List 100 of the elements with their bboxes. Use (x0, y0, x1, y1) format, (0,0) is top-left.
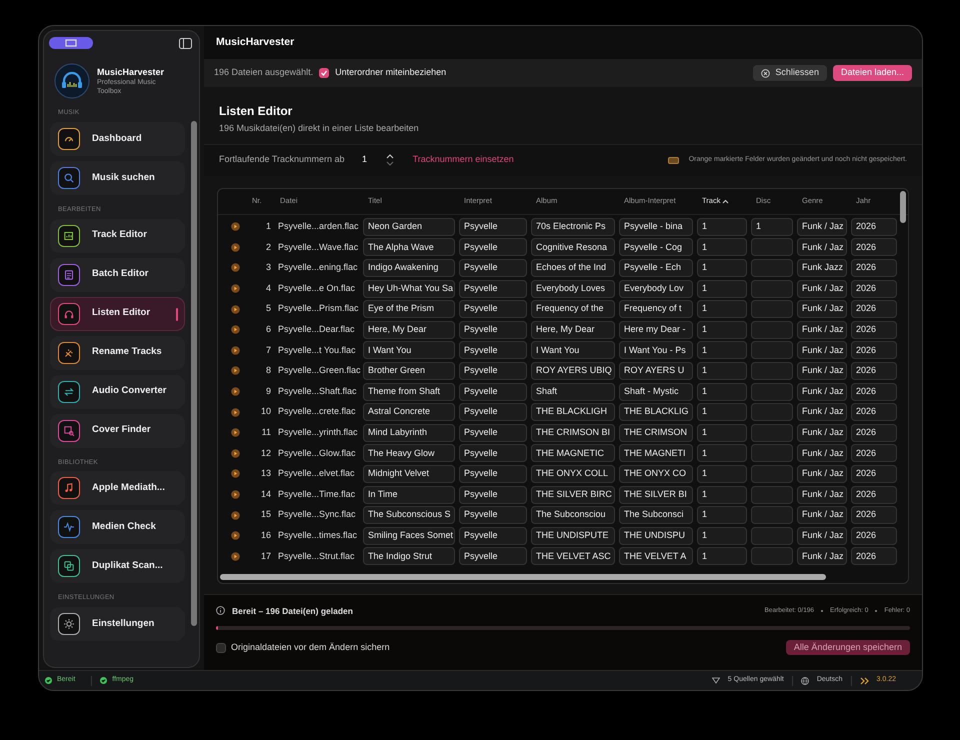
cell-field[interactable]: Theme from Shaft (363, 382, 455, 401)
cell-field[interactable]: 2026 (851, 526, 897, 545)
cell-field[interactable] (751, 547, 793, 566)
cell-field[interactable]: Funk / Jaz (797, 547, 847, 566)
stepper-icon[interactable] (384, 152, 395, 168)
cell-field[interactable]: Echoes of the Ind (531, 258, 615, 277)
cell-field[interactable]: THE CRIMSON (619, 424, 693, 442)
cell-field[interactable]: 2026 (851, 486, 897, 504)
cell-field[interactable]: Indigo Awakening (363, 258, 455, 277)
play-icon[interactable] (231, 242, 240, 252)
cell-field[interactable]: THE UNDISPUTE (531, 526, 615, 545)
cell-field[interactable]: 2026 (851, 547, 897, 566)
cell-field[interactable] (751, 382, 793, 401)
load-files-button[interactable]: Dateien laden... (832, 65, 912, 81)
cell-field[interactable]: Funk / Jaz (797, 280, 847, 298)
cell-field[interactable] (751, 341, 793, 360)
cell-field[interactable]: I Want You - Ps (619, 341, 693, 360)
cell-field[interactable]: 2026 (851, 382, 897, 401)
cell-field[interactable]: ROY AYERS UBIQ (531, 362, 615, 380)
cell-field[interactable]: Psyvelle (459, 238, 527, 256)
cell-field[interactable]: THE VELVET ASC (531, 547, 615, 566)
cell-field[interactable]: Psyvelle (459, 258, 527, 277)
sidebar-item[interactable]: Rename Tracks (50, 336, 185, 370)
cell-field[interactable]: Neon Garden (363, 218, 455, 236)
cell-field[interactable]: Here my Dear - (619, 320, 693, 339)
cell-field[interactable]: THE VELVET A (619, 547, 693, 566)
cell-field[interactable]: Psyvelle (459, 424, 527, 442)
cell-field[interactable]: 1 (697, 258, 747, 277)
sidebar-item[interactable]: Track Editor (50, 218, 185, 252)
cell-field[interactable]: Funk / Jaz (797, 362, 847, 380)
cell-field[interactable] (751, 444, 793, 462)
cell-field[interactable]: Funk / Jaz (797, 218, 847, 236)
play-icon[interactable] (231, 325, 240, 334)
cell-field[interactable]: 1 (751, 218, 793, 236)
cell-field[interactable]: Funk / Jaz (797, 526, 847, 545)
cell-field[interactable]: 2026 (851, 424, 897, 442)
cell-field[interactable]: 1 (697, 464, 747, 483)
cell-field[interactable]: The Alpha Wave (363, 238, 455, 256)
play-icon[interactable] (231, 366, 240, 376)
cell-field[interactable]: Psyvelle (459, 218, 527, 236)
cell-field[interactable]: Psyvelle - bina (619, 218, 693, 236)
cell-field[interactable]: 1 (697, 320, 747, 339)
cell-field[interactable]: THE ONYX CO (619, 464, 693, 483)
cell-field[interactable]: The Indigo Strut (363, 547, 455, 566)
cell-field[interactable]: 1 (697, 403, 747, 422)
sidebar-item[interactable]: Listen Editor (50, 296, 185, 330)
cell-field[interactable]: 2026 (851, 403, 897, 422)
cell-field[interactable]: 1 (697, 382, 747, 401)
play-icon[interactable] (231, 469, 240, 478)
cell-field[interactable] (751, 258, 793, 277)
cell-field[interactable]: Frequency of the (531, 300, 615, 318)
play-icon[interactable] (231, 346, 240, 355)
cell-field[interactable]: Hey Uh-What You Sa (363, 280, 455, 298)
cell-field[interactable]: Shaft (531, 382, 615, 401)
cell-field[interactable]: Psyvelle (459, 320, 527, 339)
sidebar-item[interactable]: Apple Mediath... (50, 471, 185, 506)
play-icon[interactable] (231, 263, 240, 272)
cell-field[interactable]: 1 (697, 238, 747, 256)
cell-field[interactable]: 2026 (851, 218, 897, 236)
play-icon[interactable] (231, 531, 240, 540)
sidebar-item[interactable]: Einstellungen (50, 607, 185, 641)
cell-field[interactable]: Psyvelle (459, 362, 527, 380)
cell-field[interactable] (751, 300, 793, 318)
cell-field[interactable]: Psyvelle (459, 382, 527, 401)
cell-field[interactable]: 1 (697, 506, 747, 524)
cell-field[interactable]: THE CRIMSON BI (531, 424, 615, 442)
cell-field[interactable]: Everybody Lov (619, 280, 693, 298)
cell-field[interactable]: Funk / Jaz (797, 486, 847, 504)
cell-field[interactable]: 1 (697, 300, 747, 318)
cell-field[interactable]: 2026 (851, 341, 897, 360)
cell-field[interactable] (751, 280, 793, 298)
cell-field[interactable]: Here, My Dear (531, 320, 615, 339)
cell-field[interactable]: Funk / Jaz (797, 382, 847, 401)
apply-track-numbers-link[interactable]: Tracknummern einsetzen (412, 153, 514, 167)
cell-field[interactable] (751, 424, 793, 442)
sidebar-item[interactable]: Batch Editor (50, 258, 185, 292)
cell-field[interactable]: Psyvelle - Ech (619, 258, 693, 277)
cell-field[interactable]: Psyvelle (459, 506, 527, 524)
checkbox[interactable] (319, 68, 330, 78)
cell-field[interactable]: In Time (363, 486, 455, 504)
cell-field[interactable]: 70s Electronic Ps (531, 218, 615, 236)
sidebar-item[interactable]: Duplikat Scan... (50, 549, 185, 584)
cell-field[interactable]: Funk / Jaz (797, 424, 847, 442)
cell-field[interactable]: 1 (697, 362, 747, 380)
cell-field[interactable]: Eye of the Prism (363, 300, 455, 318)
cell-field[interactable]: Shaft - Mystic (619, 382, 693, 401)
cell-field[interactable]: Mind Labyrinth (363, 424, 455, 442)
cell-field[interactable]: Psyvelle (459, 547, 527, 566)
monitor-button[interactable] (49, 37, 93, 49)
play-icon[interactable] (231, 304, 240, 314)
cell-field[interactable]: 2026 (851, 506, 897, 524)
cell-field[interactable]: THE ONYX COLL (531, 464, 615, 483)
cell-field[interactable]: Frequency of t (619, 300, 693, 318)
cell-field[interactable]: Psyvelle (459, 403, 527, 422)
cell-field[interactable]: Here, My Dear (363, 320, 455, 339)
scrollbar[interactable] (191, 121, 197, 626)
cell-field[interactable]: Psyvelle (459, 486, 527, 504)
play-icon[interactable] (231, 448, 240, 458)
cell-field[interactable]: THE SILVER BI (619, 486, 693, 504)
cell-field[interactable]: Psyvelle (459, 341, 527, 360)
